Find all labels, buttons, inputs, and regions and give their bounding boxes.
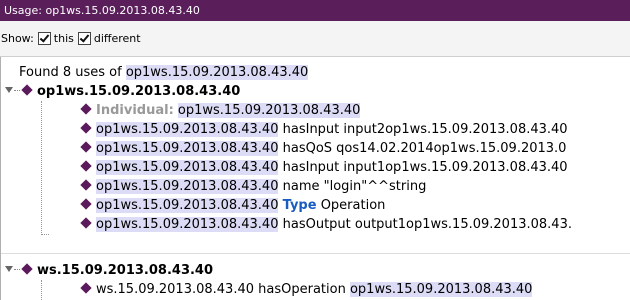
usage-row[interactable]: op1ws.15.09.2013.08.43.40 hasInput input…	[79, 158, 568, 177]
group-separator	[1, 253, 630, 254]
row-text: hasOutput output1op1ws.15.09.2013.08.43.	[282, 217, 572, 232]
window-title-bar: Usage: op1ws.15.09.2013.08.43.40	[0, 0, 630, 21]
group-header-op1ws[interactable]: op1ws.15.09.2013.08.43.40	[5, 82, 240, 101]
row-subject[interactable]: op1ws.15.09.2013.08.43.40	[96, 141, 279, 156]
usage-row[interactable]: ws.15.09.2013.08.43.40 hasOperation op1w…	[79, 280, 533, 299]
individual-icon	[21, 84, 33, 96]
row-object[interactable]: op1ws.15.09.2013.08.43.40	[349, 282, 533, 297]
tree-connector	[14, 269, 20, 270]
expand-arrow-icon[interactable]	[5, 266, 13, 272]
usage-row[interactable]: op1ws.15.09.2013.08.43.40 hasOutput outp…	[79, 215, 572, 234]
row-entity[interactable]: op1ws.15.09.2013.08.43.40	[177, 103, 361, 118]
row-text: hasInput input2op1ws.15.09.2013.08.43.40	[282, 122, 568, 137]
usage-row[interactable]: op1ws.15.09.2013.08.43.40 hasInput input…	[79, 120, 568, 139]
row-text: hasOperation	[258, 282, 346, 297]
row-subject[interactable]: op1ws.15.09.2013.08.43.40	[96, 198, 279, 213]
type-keyword: Type	[282, 198, 317, 213]
this-checkbox[interactable]	[37, 32, 51, 45]
show-label: Show:	[1, 32, 34, 45]
expand-arrow-icon[interactable]	[5, 87, 13, 93]
individual-icon	[80, 198, 92, 210]
usage-row[interactable]: op1ws.15.09.2013.08.43.40 hasQoS qos14.0…	[79, 139, 566, 158]
row-type-label: Individual:	[96, 103, 174, 118]
group-header-label: ws.15.09.2013.08.43.40	[37, 263, 214, 278]
individual-icon	[80, 282, 92, 294]
tree-line	[41, 234, 49, 235]
group-header-label: op1ws.15.09.2013.08.43.40	[37, 84, 241, 99]
usage-row[interactable]: op1ws.15.09.2013.08.43.40 name "login"^^…	[79, 177, 426, 196]
individual-icon	[80, 160, 92, 172]
tree-line	[41, 101, 42, 235]
individual-icon	[80, 179, 92, 191]
individual-icon	[80, 141, 92, 153]
row-subject: ws.15.09.2013.08.43.40	[96, 282, 254, 297]
individual-icon	[21, 263, 33, 275]
group-header-ws[interactable]: ws.15.09.2013.08.43.40	[5, 261, 213, 280]
individual-icon	[80, 103, 92, 115]
row-text: Operation	[320, 198, 386, 213]
summary-entity[interactable]: op1ws.15.09.2013.08.43.40	[125, 65, 309, 80]
show-options-bar: Show: this different	[0, 21, 630, 57]
different-checkbox[interactable]	[77, 32, 91, 45]
this-checkbox-label: this	[53, 32, 74, 45]
row-text: hasInput input1op1ws.15.09.2013.08.43.40	[282, 160, 568, 175]
summary-prefix: Found 8 uses of	[19, 65, 122, 80]
row-subject[interactable]: op1ws.15.09.2013.08.43.40	[96, 160, 279, 175]
row-text: hasQoS qos14.02.2014op1ws.15.09.2013.0	[282, 141, 567, 156]
individual-icon	[80, 122, 92, 134]
usage-tree[interactable]: Found 8 uses of op1ws.15.09.2013.08.43.4…	[0, 57, 630, 300]
different-checkbox-label: different	[93, 32, 141, 45]
usage-summary: Found 8 uses of op1ws.15.09.2013.08.43.4…	[19, 63, 309, 82]
window-title: Usage: op1ws.15.09.2013.08.43.40	[4, 4, 200, 17]
row-subject[interactable]: op1ws.15.09.2013.08.43.40	[96, 217, 279, 232]
row-subject[interactable]: op1ws.15.09.2013.08.43.40	[96, 122, 279, 137]
individual-icon	[80, 217, 92, 229]
tree-line	[41, 280, 42, 300]
usage-row[interactable]: Individual: op1ws.15.09.2013.08.43.40	[79, 101, 361, 120]
row-text: name "login"^^string	[282, 179, 427, 194]
usage-row[interactable]: op1ws.15.09.2013.08.43.40 Type Operation	[79, 196, 385, 215]
tree-connector	[14, 90, 20, 91]
row-subject[interactable]: op1ws.15.09.2013.08.43.40	[96, 179, 279, 194]
